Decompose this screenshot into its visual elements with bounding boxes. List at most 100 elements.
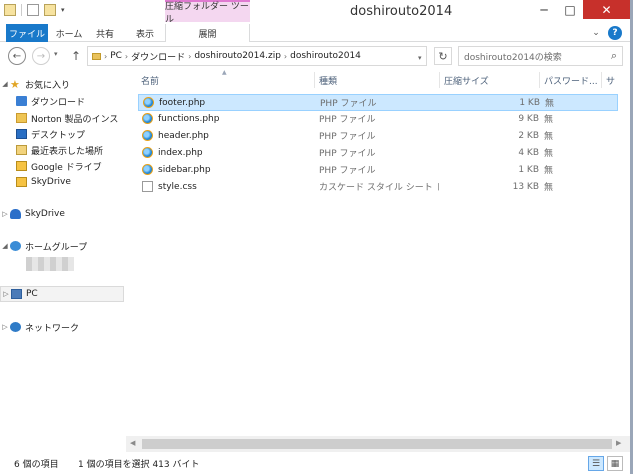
css-file-icon — [142, 181, 153, 192]
nav-item-skydrive-fav[interactable]: SkyDrive — [16, 174, 71, 190]
nav-label: Norton 製品のインス — [31, 114, 119, 125]
folder-icon[interactable] — [4, 4, 16, 16]
column-header-more[interactable]: サ — [601, 70, 620, 90]
expand-icon[interactable]: ◢ — [0, 242, 10, 250]
nav-skydrive[interactable]: ▷ SkyDrive — [0, 206, 65, 222]
file-size: 13 KB — [512, 181, 539, 192]
breadcrumb-folder[interactable]: doshirouto2014 — [290, 51, 361, 61]
download-icon — [16, 96, 27, 106]
column-header-name[interactable]: 名前 — [136, 70, 314, 90]
folder-icon — [16, 177, 27, 187]
maximize-button[interactable]: □ — [557, 0, 583, 19]
chevron-right-icon: › — [104, 51, 108, 61]
search-input[interactable]: doshirouto2014の検索 ⌕ — [458, 46, 623, 66]
nav-label: お気に入り — [25, 80, 71, 91]
search-icon[interactable]: ⌕ — [611, 49, 617, 63]
search-placeholder: doshirouto2014の検索 — [464, 52, 562, 63]
window-title: doshirouto2014 — [350, 4, 453, 19]
tab-view[interactable]: 表示 — [128, 24, 162, 42]
folder-icon — [16, 113, 27, 123]
scroll-right-icon[interactable]: ▶ — [616, 439, 621, 447]
desktop-icon — [16, 129, 27, 139]
nav-label: Google ドライブ — [31, 162, 102, 173]
column-header-password[interactable]: パスワード... — [539, 70, 601, 90]
nav-label: デスクトップ — [31, 130, 86, 141]
nav-item-downloads[interactable]: ダウンロード — [16, 93, 85, 109]
details-view-button[interactable]: ☰ — [588, 456, 604, 471]
scrollbar-thumb[interactable] — [142, 439, 612, 449]
horizontal-scrollbar[interactable]: ◀ ▶ — [126, 436, 633, 452]
expand-icon[interactable]: ▷ — [0, 323, 10, 331]
nav-label: 最近表示した場所 — [31, 146, 104, 157]
file-name-cell[interactable]: footer.php — [143, 95, 313, 110]
php-file-icon — [142, 147, 153, 158]
nav-item-recent[interactable]: 最近表示した場所 — [16, 142, 103, 158]
php-file-icon — [142, 113, 153, 124]
help-icon[interactable]: ? — [608, 26, 622, 40]
up-arrow-icon[interactable]: ↑ — [68, 47, 84, 65]
table-row[interactable]: style.css カスケード スタイル シート ド... 13 KB 無 — [138, 179, 618, 196]
tab-share[interactable]: 共有 — [88, 24, 122, 42]
cloud-icon — [10, 209, 21, 219]
column-header-type[interactable]: 種類 — [314, 70, 439, 90]
tab-file[interactable]: ファイル — [6, 24, 48, 42]
tab-home[interactable]: ホーム — [52, 24, 86, 42]
file-name-cell[interactable]: style.css — [142, 179, 312, 194]
chevron-down-icon[interactable]: ⌄ — [589, 26, 603, 40]
quick-access-toolbar: ▾ — [4, 4, 65, 16]
nav-label: ホームグループ — [25, 242, 88, 253]
table-row[interactable]: footer.php PHP ファイル 1 KB 無 — [138, 94, 618, 111]
column-header-size[interactable]: 圧縮サイズ — [439, 70, 539, 90]
tab-extract[interactable]: 展開 — [165, 24, 250, 43]
table-row[interactable]: sidebar.php PHP ファイル 1 KB 無 — [138, 162, 618, 179]
close-button[interactable]: ✕ — [583, 0, 630, 19]
nav-pc[interactable]: ▷ PC — [0, 286, 124, 302]
nav-item-google-drive[interactable]: Google ドライブ — [16, 158, 102, 174]
forward-arrow-icon[interactable]: → — [32, 47, 50, 65]
file-name: style.css — [158, 181, 197, 192]
expand-icon[interactable]: ◢ — [0, 80, 10, 88]
recent-locations-icon[interactable]: ▾ — [54, 50, 58, 58]
file-name: index.php — [158, 147, 203, 158]
network-icon — [10, 322, 21, 332]
breadcrumb-downloads[interactable]: ダウンロード — [131, 50, 185, 63]
navigation-bar: ← → ▾ ↑ › PC › ダウンロード › doshirouto2014.z… — [0, 42, 633, 70]
table-row[interactable]: index.php PHP ファイル 4 KB 無 — [138, 145, 618, 162]
new-folder-icon[interactable] — [44, 4, 56, 16]
table-row[interactable]: header.php PHP ファイル 2 KB 無 — [138, 128, 618, 145]
nav-label: SkyDrive — [25, 209, 65, 219]
table-row[interactable]: functions.php PHP ファイル 9 KB 無 — [138, 111, 618, 128]
php-file-icon — [142, 164, 153, 175]
breadcrumb-zip[interactable]: doshirouto2014.zip — [194, 51, 281, 61]
breadcrumb-pc[interactable]: PC — [110, 51, 122, 61]
file-type: PHP ファイル — [319, 149, 376, 159]
file-name-cell[interactable]: index.php — [142, 145, 312, 160]
file-name-cell[interactable]: sidebar.php — [142, 162, 312, 177]
scroll-left-icon[interactable]: ◀ — [130, 439, 135, 447]
nav-item-norton[interactable]: Norton 製品のインス — [16, 110, 118, 126]
redacted-user — [26, 257, 74, 271]
address-bar[interactable]: › PC › ダウンロード › doshirouto2014.zip › dos… — [87, 46, 427, 66]
expand-icon[interactable]: ▷ — [1, 290, 11, 298]
file-size: 1 KB — [519, 97, 540, 108]
file-name-cell[interactable]: functions.php — [142, 111, 312, 126]
minimize-button[interactable]: ─ — [531, 0, 557, 19]
nav-homegroup[interactable]: ◢ ホームグループ — [0, 238, 87, 254]
file-size: 2 KB — [518, 130, 539, 141]
file-size: 9 KB — [518, 113, 539, 124]
properties-icon[interactable] — [27, 4, 39, 16]
nav-item-desktop[interactable]: デスクトップ — [16, 126, 85, 142]
nav-label: SkyDrive — [31, 177, 71, 187]
nav-network[interactable]: ▷ ネットワーク — [0, 319, 79, 335]
file-name: header.php — [158, 130, 209, 141]
nav-favorites[interactable]: ◢ ★ お気に入り — [0, 76, 70, 92]
address-dropdown-icon[interactable]: ▾ — [418, 54, 422, 62]
large-icons-view-button[interactable]: ▦ — [607, 456, 623, 471]
refresh-button[interactable]: ↻ — [434, 47, 452, 65]
expand-icon[interactable]: ▷ — [0, 210, 10, 218]
back-arrow-icon[interactable]: ← — [8, 47, 26, 65]
file-name-cell[interactable]: header.php — [142, 128, 312, 143]
customize-toolbar-icon[interactable]: ▾ — [61, 6, 65, 14]
file-name: footer.php — [159, 97, 206, 108]
file-password: 無 — [544, 183, 554, 193]
